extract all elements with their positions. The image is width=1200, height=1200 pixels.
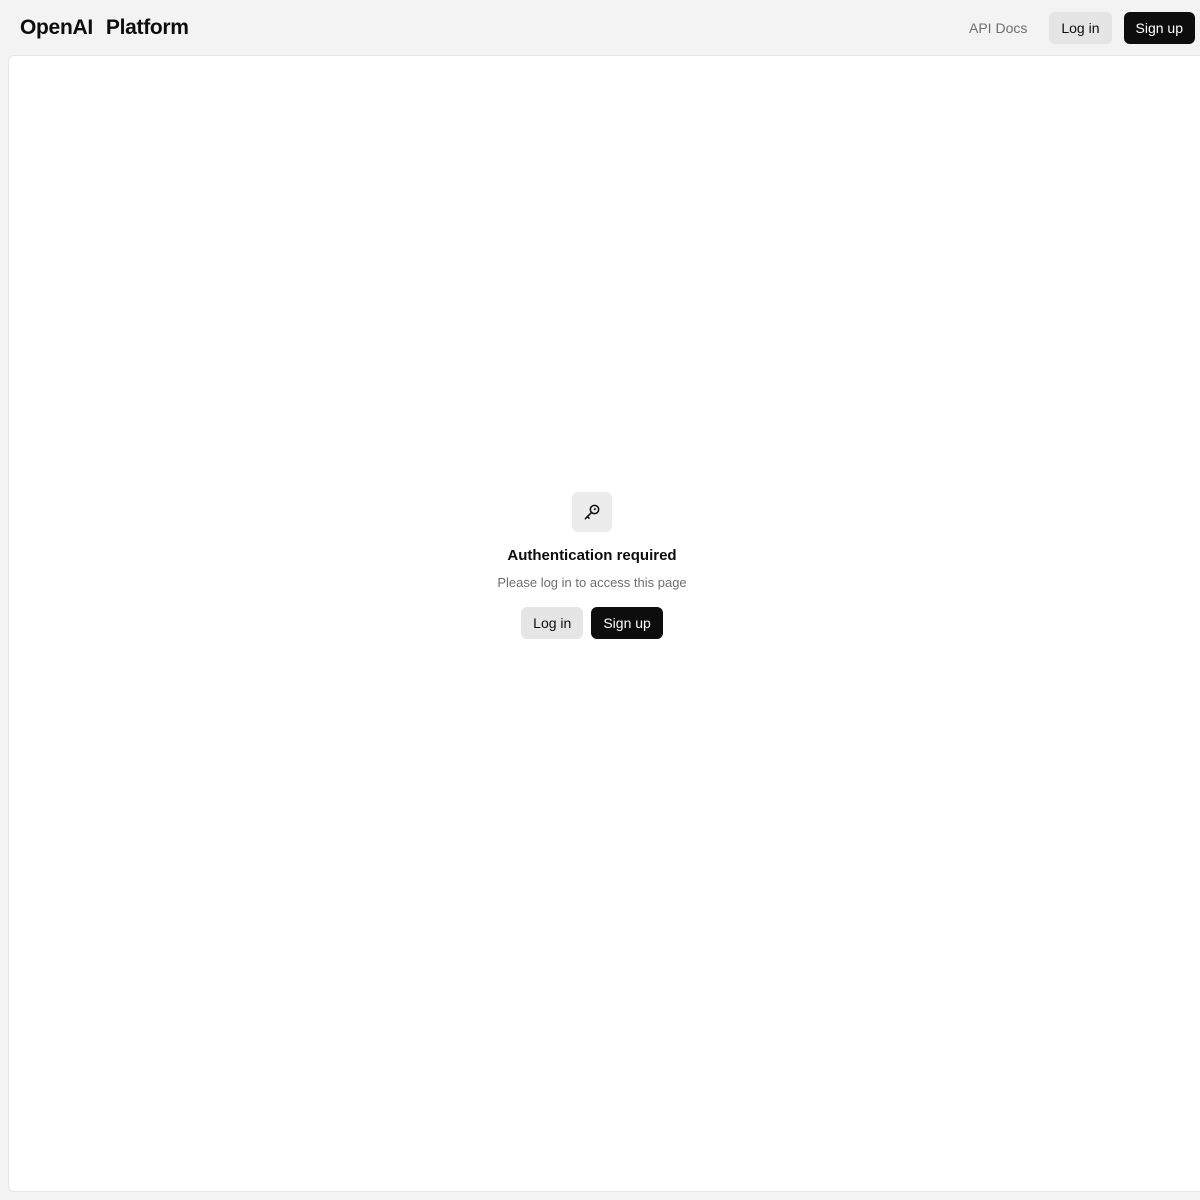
- header-login-button[interactable]: Log in: [1049, 11, 1112, 44]
- auth-required-panel: Authentication required Please log in to…: [0, 492, 1192, 639]
- brand-logo[interactable]: OpenAI Platform: [20, 16, 189, 40]
- header-nav: API Docs Log in Sign up: [964, 11, 1195, 44]
- header-signup-button[interactable]: Sign up: [1123, 11, 1195, 44]
- top-bar: OpenAI Platform API Docs Log in Sign up: [0, 0, 1200, 55]
- brand-platform: Platform: [105, 15, 189, 39]
- signup-button[interactable]: Sign up: [591, 607, 663, 639]
- api-docs-link[interactable]: API Docs: [964, 20, 1032, 36]
- auth-subtitle: Please log in to access this page: [497, 575, 687, 590]
- brand-openai: OpenAI: [20, 15, 93, 39]
- login-button[interactable]: Log in: [521, 607, 584, 639]
- auth-actions: Log in Sign up: [521, 607, 663, 639]
- key-icon: [572, 492, 612, 532]
- auth-title: Authentication required: [507, 547, 677, 564]
